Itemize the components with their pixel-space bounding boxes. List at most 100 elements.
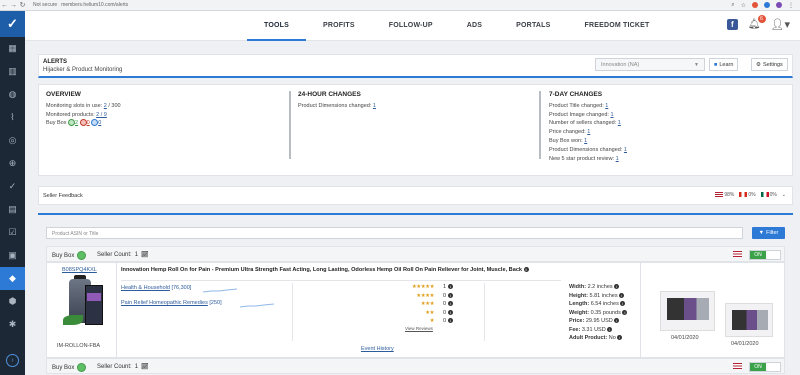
rank-sparkline (203, 288, 237, 293)
category-link[interactable]: Health & Household (121, 285, 170, 291)
sidebar-item-global[interactable]: ⊕ (0, 152, 25, 175)
line-chart-icon: ⌇ (10, 112, 15, 122)
info-icon[interactable]: i (617, 335, 623, 341)
change-count-link[interactable]: 1 (616, 156, 619, 162)
star-icon[interactable]: ☆ (741, 2, 746, 9)
reload-icon[interactable]: ↻ (18, 1, 27, 9)
tab-freedom-ticket[interactable]: FREEDOM TICKET (568, 11, 667, 41)
event-history-link[interactable]: Event History (361, 346, 394, 352)
change-label: Product Dimensions changed: (298, 102, 372, 109)
image-thumbnail[interactable] (660, 291, 715, 331)
image-thumbnail[interactable] (725, 303, 773, 337)
product-title[interactable]: Innovation Hemp Roll On for Pain - Premi… (121, 267, 541, 273)
user-avatar-icon[interactable]: 👤︎▾ (771, 18, 791, 31)
helium10-logo[interactable]: ✓ (0, 11, 25, 37)
info-icon[interactable]: i (448, 301, 453, 307)
info-icon[interactable]: i (607, 326, 613, 332)
line-chart-icon[interactable]: 📈︎ (141, 363, 149, 370)
change-count-link[interactable]: 1 (624, 147, 627, 153)
change-count-link[interactable]: 1 (373, 103, 376, 109)
tab-follow-up[interactable]: FOLLOW-UP (372, 11, 450, 41)
change-item: Product Dimensions changed: 1 (298, 102, 376, 111)
sidebar-item-alerts[interactable]: ◆ (0, 267, 25, 290)
spec-label: Height: (569, 292, 588, 299)
asin-link[interactable]: B08SPQ4KXL (62, 267, 97, 273)
sidebar-item-trends[interactable]: ⌇ (0, 106, 25, 129)
bar-chart-icon: ▥ (8, 66, 17, 76)
overview-column: OVERVIEW Monitoring slots in use: 2 / 30… (46, 91, 121, 128)
globe-icon: ◍ (8, 89, 17, 99)
notification-bell-icon[interactable]: 🔔︎ 6 (748, 15, 766, 30)
tab-portals[interactable]: PORTALS (499, 11, 567, 41)
settings-label: Settings (762, 61, 783, 68)
monitoring-toggle[interactable]: ON (749, 362, 781, 372)
tab-profits[interactable]: PROFITS (306, 11, 372, 41)
main-tabs: TOOLS PROFITS FOLLOW-UP ADS PORTALS FREEDOM T… (247, 11, 667, 41)
view-reviews-link[interactable]: View Reviews (405, 326, 433, 331)
category-link[interactable]: Pain Relief Homeopathic Remedies (121, 300, 208, 306)
rating-count: 0 (442, 318, 446, 324)
info-icon[interactable]: i (614, 284, 620, 290)
sidebar-item-more[interactable]: ✱ (0, 313, 25, 336)
search-input[interactable]: Product ASIN or Title (46, 227, 743, 239)
forward-icon[interactable]: → (9, 2, 18, 9)
line-chart-icon[interactable]: 📈︎ (141, 251, 149, 258)
extension-icon[interactable] (752, 1, 758, 8)
monitored-link[interactable]: 2 / 9 (96, 112, 107, 118)
change-count-link[interactable]: 1 (618, 120, 621, 126)
browser-extensions: ⌕ ☆ ⋮ (731, 1, 800, 9)
sidebar-item-protection[interactable]: ⬢ (0, 290, 25, 313)
info-icon[interactable]: i (448, 284, 453, 290)
change-count-link[interactable]: 1 (587, 129, 590, 135)
info-icon[interactable]: i (448, 318, 453, 324)
extension-icon[interactable] (776, 1, 782, 8)
seller-count-value: 1 (134, 363, 139, 370)
sidebar-item-listing[interactable]: ▤ (0, 198, 25, 221)
slots-used-link[interactable]: 2 (104, 103, 107, 109)
tab-ads[interactable]: ADS (450, 11, 499, 41)
shield-icon: ⬢ (8, 296, 17, 306)
sidebar-item-keywords[interactable]: ◎ (0, 129, 25, 152)
info-icon[interactable]: i (448, 309, 453, 315)
sidebar-item-tasks[interactable]: ☑ (0, 221, 25, 244)
seller-count-label: Seller Count: (97, 251, 132, 258)
facebook-icon[interactable]: f (726, 19, 738, 30)
grid-icon: ▦ (8, 43, 17, 53)
search-icon[interactable]: ⌕ (731, 2, 734, 9)
expand-sidebar-icon[interactable]: › (6, 354, 19, 367)
back-icon[interactable]: ← (0, 2, 9, 9)
info-icon[interactable]: i (620, 301, 626, 307)
account-select[interactable]: Innovation (NA) ▼ (595, 58, 705, 71)
product-card-header: Buy Box Seller Count: 1 📈︎ ON (46, 246, 785, 262)
sidebar-item-analytics[interactable]: ▥ (0, 60, 25, 83)
buybox-won-link[interactable]: 2 (75, 120, 78, 126)
seller-feedback-panel[interactable]: Seller Feedback 98% 0% 0% ⌄ (38, 186, 793, 205)
extension-icon[interactable] (764, 1, 770, 8)
info-icon[interactable]: i (448, 292, 453, 298)
change-count-link[interactable]: 1 (584, 138, 587, 144)
filter-button[interactable]: ▼ Filter (752, 227, 785, 239)
sidebar-item-inventory[interactable]: ▣ (0, 244, 25, 267)
info-icon[interactable]: i (614, 318, 620, 324)
sidebar-item-research[interactable]: ◍ (0, 83, 25, 106)
monitoring-toggle[interactable]: ON (749, 250, 781, 260)
settings-button[interactable]: ⚙ Settings (751, 58, 788, 71)
changes-7d-column: 7-DAY CHANGES Product Title changed: 1 Pr… (549, 91, 627, 163)
menu-icon[interactable]: ⋮ (788, 2, 794, 9)
info-icon[interactable]: i (523, 267, 529, 273)
change-count-link[interactable]: 1 (605, 103, 608, 109)
us-flag-icon (733, 251, 742, 257)
product-card: B08SPQ4KXL IM-ROLLON-FBA Innovation Hemp… (46, 262, 785, 359)
chevron-down-icon[interactable]: ⌄ (782, 192, 786, 198)
info-icon[interactable]: i (619, 292, 625, 298)
sidebar-item-check[interactable]: ✓ (0, 175, 25, 198)
address-bar[interactable]: Not secure members.helium10.com/alerts (33, 2, 128, 8)
info-icon[interactable]: i (622, 309, 628, 315)
buybox-lost-link[interactable]: 0 (87, 120, 90, 126)
change-label: Product Dimensions changed: (549, 146, 623, 153)
change-count-link[interactable]: 1 (610, 112, 613, 118)
buybox-none-link[interactable]: 0 (98, 120, 101, 126)
learn-button[interactable]: ■ Learn (709, 58, 739, 71)
tab-tools[interactable]: TOOLS (247, 11, 306, 41)
sidebar-item-dashboard[interactable]: ▦ (0, 37, 25, 60)
